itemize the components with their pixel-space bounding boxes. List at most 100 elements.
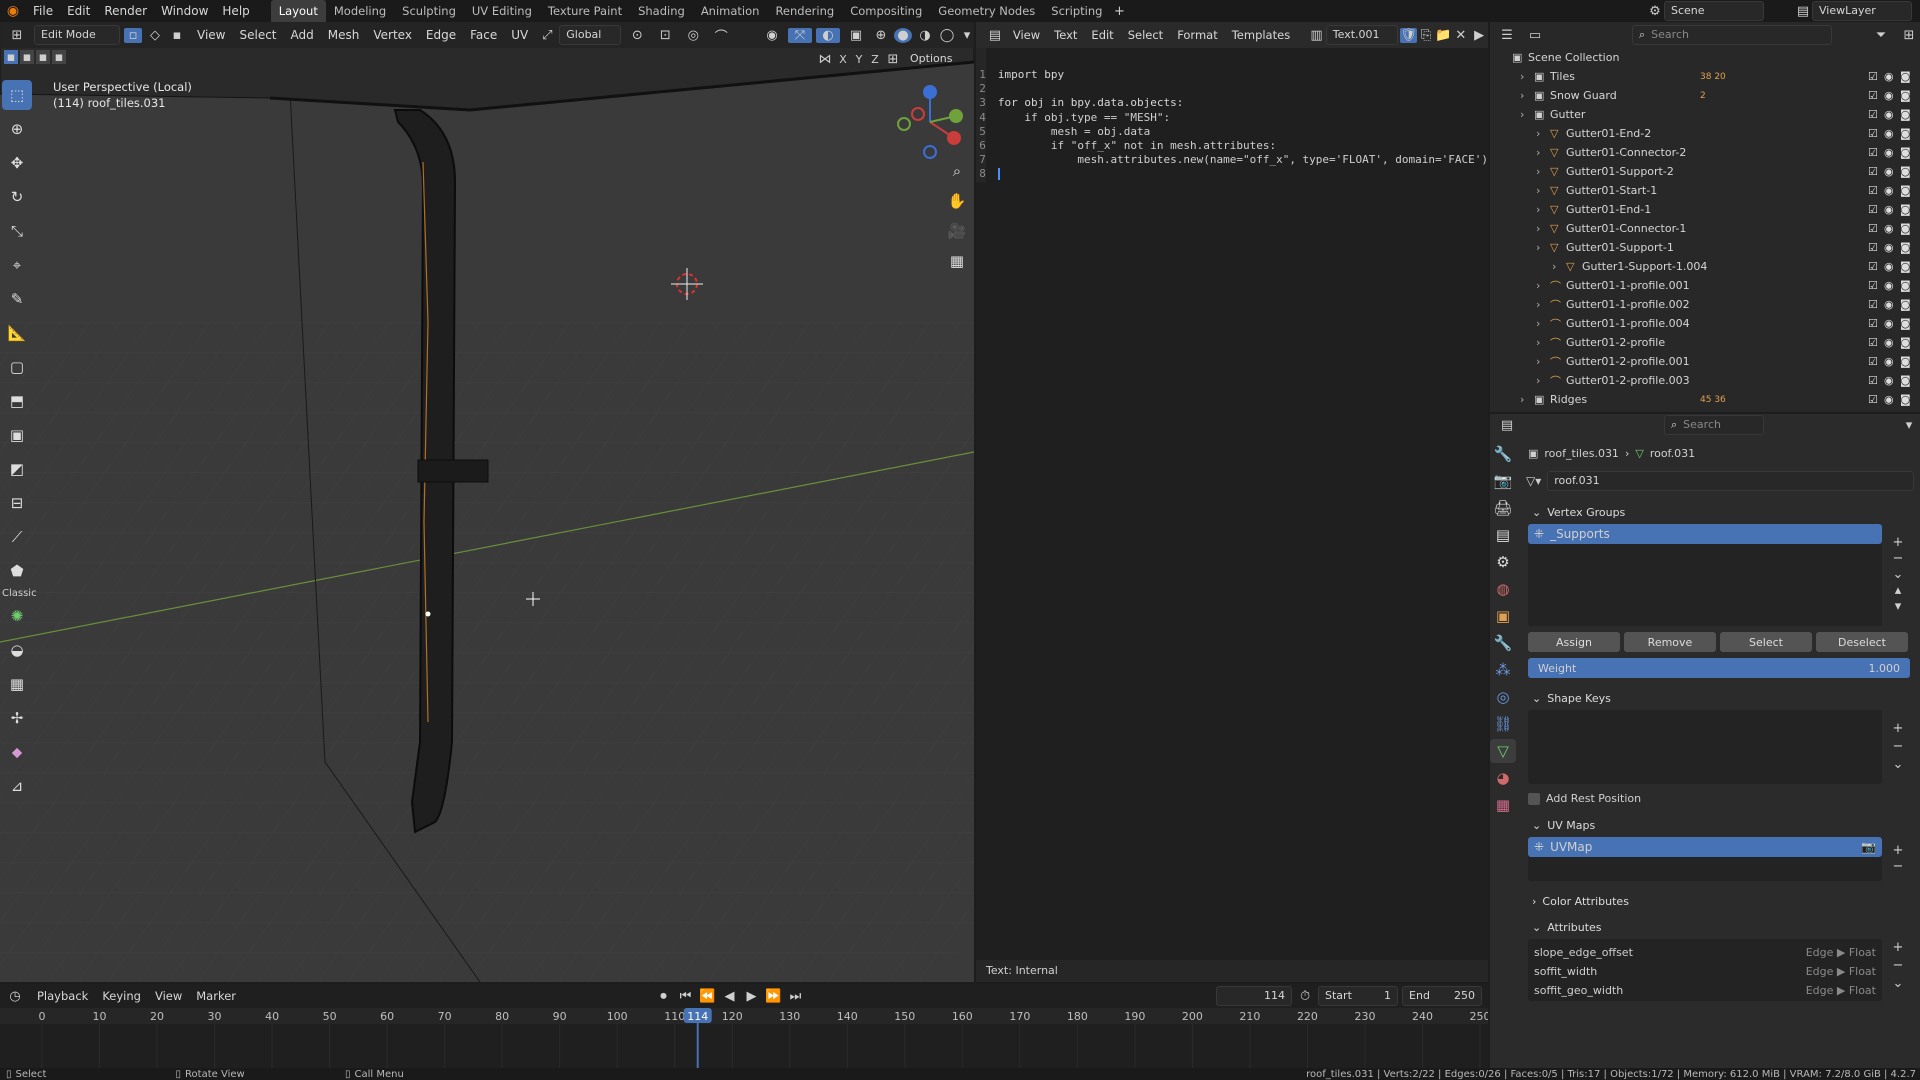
cursor-tool-icon[interactable]: ⊕ — [2, 114, 32, 144]
timeline-ruler[interactable]: 0 10 20 30 40 50 60 70 80 90 100 110 120 130 140 150 160… — [0, 1008, 1488, 1068]
workspace-tab-scripting[interactable]: Scripting — [1043, 0, 1110, 22]
deselect-button[interactable]: Deselect — [1816, 632, 1908, 652]
checkbox-icon[interactable]: ☑ — [1868, 165, 1884, 178]
code-line[interactable] — [997, 167, 1488, 181]
chevron-right-icon[interactable]: › — [1536, 241, 1550, 254]
transform-tool-icon[interactable]: ⌖ — [2, 250, 32, 280]
text-menu-text[interactable]: Text — [1047, 24, 1084, 46]
mesh-name-field[interactable]: roof.031 — [1547, 471, 1914, 491]
editor-type-icon[interactable]: ⊞ — [4, 28, 30, 43]
eye-icon[interactable]: ◉ — [1884, 279, 1900, 292]
timeline-menu-keying[interactable]: Keying — [95, 985, 148, 1007]
attribute-row[interactable]: soffit_geo_width Edge ▶ Float — [1528, 981, 1882, 1000]
camera-icon[interactable]: ◙ — [1900, 70, 1916, 83]
options-dropdown[interactable]: Options — [904, 50, 958, 68]
code-line[interactable]: for obj in bpy.data.objects: — [998, 96, 1488, 110]
select-extend-icon[interactable]: ▪ — [20, 50, 34, 65]
remove-icon[interactable]: − — [1886, 957, 1910, 975]
chevron-right-icon[interactable]: › — [1536, 203, 1550, 216]
checkbox-icon[interactable]: ☑ — [1868, 374, 1884, 387]
solid-shading-icon[interactable]: ● — [894, 27, 912, 43]
eye-icon[interactable]: ◉ — [1884, 89, 1900, 102]
new-text-icon[interactable]: ⎘ — [1419, 28, 1434, 43]
code-line[interactable]: mesh.attributes.new(name="off_x", type='… — [998, 153, 1488, 167]
viewport-menu-edge[interactable]: Edge — [419, 24, 463, 46]
wireframe-shading-icon[interactable]: ⊕ — [872, 28, 890, 43]
workspace-tab-sculpting[interactable]: Sculpting — [394, 0, 464, 22]
end-frame-field[interactable]: End 250 — [1402, 986, 1483, 1006]
menu-render[interactable]: Render — [97, 0, 154, 22]
checkbox-icon[interactable]: ☑ — [1868, 336, 1884, 349]
camera-icon[interactable]: ◙ — [1900, 146, 1916, 159]
camera-icon[interactable]: ◙ — [1900, 317, 1916, 330]
color-attributes-header[interactable]: › Color Attributes — [1522, 889, 1914, 913]
view-layer-icon[interactable]: ▤ — [1794, 4, 1812, 19]
attributes-header[interactable]: ⌄ Attributes — [1522, 915, 1914, 939]
code-line[interactable]: if "off_x" not in mesh.attributes: — [998, 139, 1488, 153]
inset-tool-icon[interactable]: ▣ — [2, 420, 32, 450]
camera-icon[interactable]: ◙ — [1900, 222, 1916, 235]
checkbox-icon[interactable]: ☑ — [1868, 317, 1884, 330]
text-menu-edit[interactable]: Edit — [1084, 24, 1120, 46]
eye-icon[interactable]: ◉ — [1884, 241, 1900, 254]
pan-hand-icon[interactable]: ✋ — [942, 188, 972, 214]
camera-icon[interactable]: ◙ — [1900, 89, 1916, 102]
run-script-icon[interactable]: ▶ — [1470, 28, 1488, 43]
viewport-menu-add[interactable]: Add — [284, 24, 321, 46]
menu-window[interactable]: Window — [154, 0, 215, 22]
chevron-right-icon[interactable]: › — [1536, 127, 1550, 140]
eye-icon[interactable]: ◉ — [1884, 355, 1900, 368]
edge-slide-tool-icon[interactable]: ⊿ — [2, 771, 32, 801]
timeline-menu-marker[interactable]: Marker — [189, 985, 243, 1007]
chevron-right-icon[interactable]: › — [1536, 355, 1550, 368]
code-line[interactable] — [998, 82, 1488, 96]
eye-icon[interactable]: ◉ — [1884, 127, 1900, 140]
gizmo-icon[interactable]: ⤧ — [788, 27, 812, 43]
jump-start-icon[interactable]: ⏮ — [677, 989, 695, 1004]
chevron-right-icon[interactable]: › — [1552, 260, 1566, 273]
auto-keying-icon[interactable]: ⏺ — [655, 989, 673, 1004]
checkbox-icon[interactable]: ☑ — [1868, 222, 1884, 235]
select-subtract-icon[interactable]: ▪ — [36, 50, 50, 65]
workspace-tab-layout[interactable]: Layout — [270, 0, 326, 22]
camera-icon[interactable]: ◙ — [1900, 298, 1916, 311]
menu-edit[interactable]: Edit — [60, 0, 97, 22]
select-new-icon[interactable]: ▪ — [4, 50, 18, 65]
checkbox-icon[interactable]: ☑ — [1868, 279, 1884, 292]
chevron-right-icon[interactable]: › — [1520, 108, 1534, 121]
text-menu-format[interactable]: Format — [1170, 24, 1225, 46]
code-area[interactable]: 12345678 import bpy for obj in bpy.data.o… — [976, 48, 1488, 182]
transform-orientation-icon[interactable]: ⤢ — [539, 28, 555, 43]
outliner-row[interactable]: › ▽ Gutter01-End-2 ☑ ◉ ◙ — [1512, 124, 1920, 143]
remove-icon[interactable]: − — [1886, 738, 1910, 756]
material-shading-icon[interactable]: ◑ — [916, 28, 934, 43]
camera-icon[interactable]: ◙ — [1900, 127, 1916, 140]
viewport-menu-view[interactable]: View — [190, 24, 232, 46]
grid-view-icon[interactable]: ▦ — [942, 248, 972, 274]
object-tab-icon[interactable]: ▣ — [1490, 604, 1516, 628]
viewport-menu-uv[interactable]: UV — [504, 24, 535, 46]
outliner-row[interactable]: › ▣ Gutter ☑ ◉ ◙ — [1512, 105, 1920, 124]
jump-next-key-icon[interactable]: ⏩ — [765, 989, 783, 1004]
workspace-tab-modeling[interactable]: Modeling — [326, 0, 394, 22]
3d-viewport[interactable]: ⊞ Edit Mode ▫ ◇ ▪ View Select Add Mesh Verte… — [0, 22, 974, 982]
move-up-icon[interactable]: ▴ — [1886, 583, 1910, 599]
camera-icon[interactable]: ◙ — [1900, 355, 1916, 368]
editor-type-icon[interactable]: ☰ — [1496, 28, 1518, 43]
checkbox-icon[interactable]: ☑ — [1868, 127, 1884, 140]
eye-icon[interactable]: ◉ — [1884, 70, 1900, 83]
outliner-search-input[interactable]: ⌕ Search — [1632, 25, 1832, 45]
vertex-group-list[interactable]: ⁜ _Supports — [1528, 524, 1882, 626]
mirror-axis-x[interactable]: X — [836, 53, 850, 66]
eye-icon[interactable]: ◉ — [1884, 146, 1900, 159]
jump-end-icon[interactable]: ⏭ — [787, 989, 805, 1004]
outliner-row[interactable]: › ▣ Tiles 38 20 ☑ ◉ ◙ — [1512, 67, 1920, 86]
open-text-icon[interactable]: 📁 — [1435, 28, 1451, 43]
particles-tab-icon[interactable]: ⁂ — [1490, 658, 1516, 682]
current-frame-field[interactable]: 114 — [1216, 986, 1293, 1006]
chevron-right-icon[interactable]: › — [1536, 146, 1550, 159]
scene-selector[interactable]: Scene — [1664, 1, 1764, 21]
loop-cut-tool-icon[interactable]: ⊟ — [2, 488, 32, 518]
face-select-icon[interactable]: ▪ — [168, 28, 186, 43]
render-tab-icon[interactable]: 📷 — [1490, 469, 1516, 493]
